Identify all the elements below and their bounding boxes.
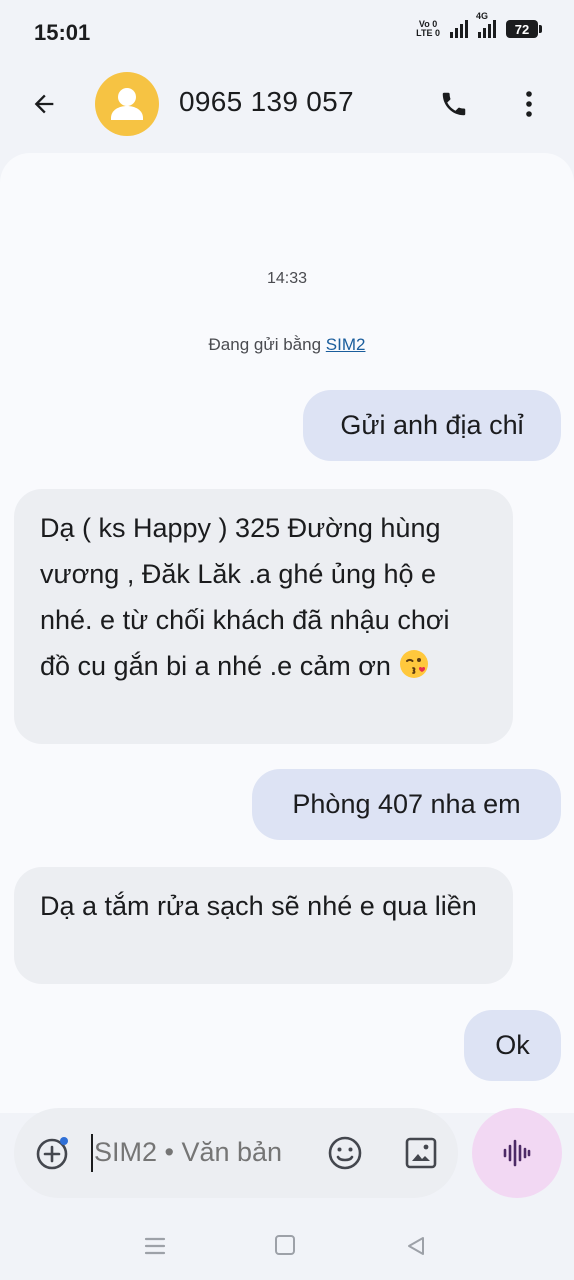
conversation-header: 0965 139 057 — [0, 64, 574, 144]
message-bubble-incoming[interactable]: Dạ a tắm rửa sạch sẽ nhé e qua liền — [14, 867, 513, 984]
system-nav-bar — [0, 1214, 574, 1280]
message-bubble-incoming[interactable]: Dạ ( ks Happy ) 325 Đường hùng vương , Đ… — [14, 489, 513, 744]
volte-icon: Vo 0 LTE 0 — [416, 19, 440, 38]
back-triangle-icon[interactable] — [404, 1234, 428, 1258]
more-options-button[interactable] — [512, 84, 546, 124]
avatar[interactable] — [95, 72, 159, 136]
message-list[interactable]: 14:33 Đang gửi bằng SIM2 Gửi anh địa chỉ… — [0, 153, 574, 1113]
sim-link[interactable]: SIM2 — [326, 335, 366, 354]
status-bar: 15:01 Vo 0 LTE 0 4G 72 — [0, 0, 574, 64]
back-button[interactable] — [26, 86, 62, 122]
battery-icon: 72 — [506, 20, 542, 38]
sending-via-note: Đang gửi bằng SIM2 — [208, 335, 366, 354]
arrow-left-icon — [34, 94, 54, 114]
message-bubble-outgoing[interactable]: Ok — [464, 1010, 561, 1081]
voice-message-button[interactable] — [472, 1108, 562, 1198]
text-cursor — [91, 1134, 93, 1172]
compose-bar — [14, 1108, 458, 1198]
emoji-icon[interactable] — [326, 1134, 364, 1172]
status-time: 15:01 — [34, 20, 91, 45]
message-bubble-outgoing[interactable]: Phòng 407 nha em — [252, 769, 561, 840]
status-icons: Vo 0 LTE 0 4G 72 — [416, 11, 542, 38]
contact-title[interactable]: 0965 139 057 — [179, 86, 354, 118]
message-timestamp: 14:33 — [266, 270, 308, 287]
home-icon[interactable] — [275, 1235, 295, 1255]
call-button[interactable] — [434, 84, 474, 124]
message-input[interactable] — [94, 1132, 319, 1172]
add-attachment-icon[interactable] — [34, 1134, 72, 1172]
message-bubble-outgoing[interactable]: Gửi anh địa chỉ — [303, 390, 561, 461]
signal-4g-icon: 4G — [476, 11, 496, 38]
phone-icon — [442, 92, 466, 116]
voice-waveform-icon — [503, 1139, 531, 1167]
person-icon — [111, 88, 143, 120]
gallery-icon[interactable] — [402, 1134, 440, 1172]
signal-icon — [450, 20, 468, 38]
more-vert-icon — [526, 91, 532, 117]
kissing-face-emoji-icon — [400, 650, 429, 678]
recents-menu-icon[interactable] — [144, 1234, 166, 1258]
